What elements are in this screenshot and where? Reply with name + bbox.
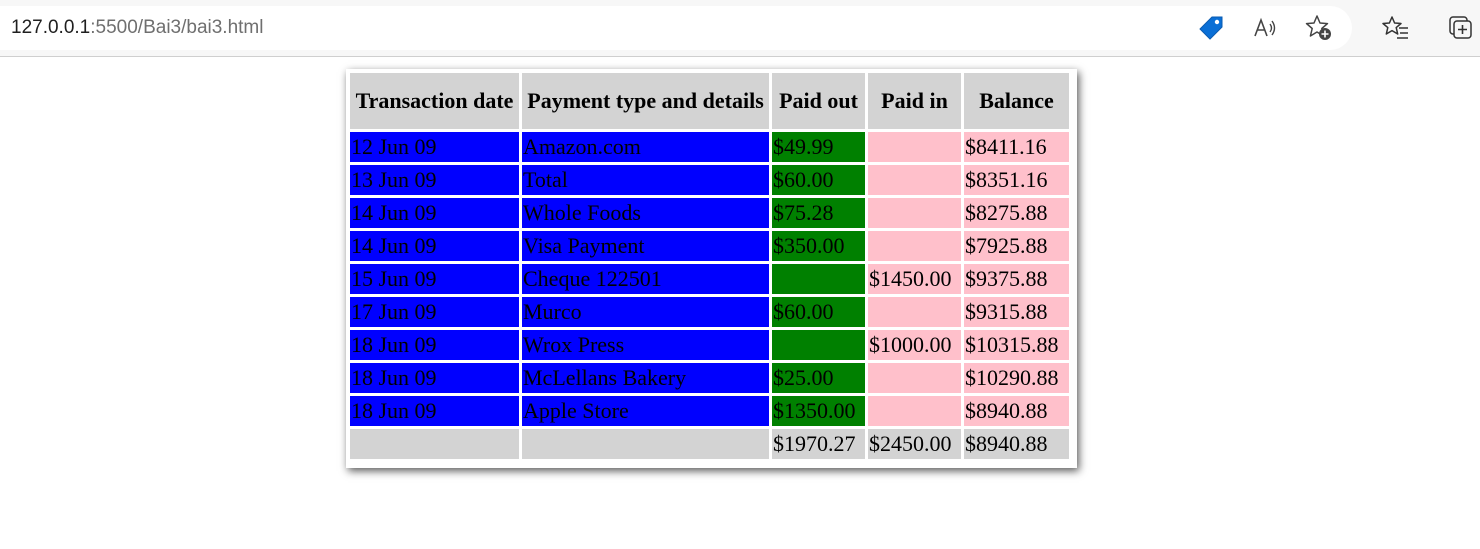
cell-paid-in: $1450.00 [868,264,961,294]
header-paid-out: Paid out [772,73,865,129]
add-favorite-icon[interactable] [1304,13,1334,43]
cell-details: Visa Payment [522,231,769,261]
table-row: 18 Jun 09 Wrox Press $1000.00 $10315.88 [350,330,1069,360]
cell-date: 18 Jun 09 [350,363,519,393]
header-paid-in: Paid in [868,73,961,129]
table-row: 15 Jun 09 Cheque 122501 $1450.00 $9375.8… [350,264,1069,294]
cell-paid-out: $60.00 [772,297,865,327]
cell-balance: $8411.16 [964,132,1069,162]
cell-paid-in [868,231,961,261]
favorites-icon[interactable] [1381,13,1411,43]
cell-balance: $10290.88 [964,363,1069,393]
cell-details: Cheque 122501 [522,264,769,294]
cell-paid-in [868,132,961,162]
url-path: :5500/Bai3/bai3.html [90,17,264,38]
cell-balance: $9375.88 [964,264,1069,294]
cell-date: 18 Jun 09 [350,330,519,360]
cell-paid-out [772,330,865,360]
cell-balance: $10315.88 [964,330,1069,360]
cell-paid-in [868,198,961,228]
cell-paid-in: $1000.00 [868,330,961,360]
cell-paid-in [868,165,961,195]
cell-details: Murco [522,297,769,327]
url-text[interactable]: 127.0.0.1:5500/Bai3/bai3.html [11,6,263,50]
total-paid-in: $2450.00 [868,429,961,459]
collections-icon[interactable] [1446,13,1476,43]
cell-details: McLellans Bakery [522,363,769,393]
table-row: 14 Jun 09 Whole Foods $75.28 $8275.88 [350,198,1069,228]
cell-paid-out: $49.99 [772,132,865,162]
cell-date: 15 Jun 09 [350,264,519,294]
table-header-row: Transaction date Payment type and detail… [350,73,1069,129]
table-row: 17 Jun 09 Murco $60.00 $9315.88 [350,297,1069,327]
url-host: 127.0.0.1 [11,17,91,38]
total-cell-details [522,429,769,459]
cell-paid-out: $60.00 [772,165,865,195]
cell-details: Wrox Press [522,330,769,360]
table-row: 18 Jun 09 McLellans Bakery $25.00 $10290… [350,363,1069,393]
table-row: 13 Jun 09 Total $60.00 $8351.16 [350,165,1069,195]
cell-paid-out: $350.00 [772,231,865,261]
table-row: 12 Jun 09 Amazon.com $49.99 $8411.16 [350,132,1069,162]
cell-balance: $9315.88 [964,297,1069,327]
cell-balance: $7925.88 [964,231,1069,261]
cell-paid-out: $1350.00 [772,396,865,426]
cell-paid-in [868,297,961,327]
cell-details: Total [522,165,769,195]
header-transaction-date: Transaction date [350,73,519,129]
header-payment-type: Payment type and details [522,73,769,129]
transactions-table: Transaction date Payment type and detail… [347,70,1072,462]
browser-toolbar: 127.0.0.1:5500/Bai3/bai3.html [0,0,1480,57]
cell-balance: $8940.88 [964,396,1069,426]
transactions-table-container: Transaction date Payment type and detail… [346,69,1077,468]
cell-details: Amazon.com [522,132,769,162]
cell-paid-out: $25.00 [772,363,865,393]
total-balance: $8940.88 [964,429,1069,459]
address-bar[interactable]: 127.0.0.1:5500/Bai3/bai3.html [0,6,1352,50]
table-row: 14 Jun 09 Visa Payment $350.00 $7925.88 [350,231,1069,261]
totals-row: $1970.27 $2450.00 $8940.88 [350,429,1069,459]
cell-balance: $8351.16 [964,165,1069,195]
cell-paid-in [868,396,961,426]
total-paid-out: $1970.27 [772,429,865,459]
total-cell-date [350,429,519,459]
cell-date: 13 Jun 09 [350,165,519,195]
header-balance: Balance [964,73,1069,129]
cell-date: 14 Jun 09 [350,198,519,228]
cell-paid-out [772,264,865,294]
price-tag-icon[interactable] [1196,13,1226,43]
read-aloud-icon[interactable] [1250,13,1280,43]
cell-balance: $8275.88 [964,198,1069,228]
cell-details: Whole Foods [522,198,769,228]
cell-details: Apple Store [522,396,769,426]
cell-paid-in [868,363,961,393]
cell-date: 18 Jun 09 [350,396,519,426]
cell-date: 14 Jun 09 [350,231,519,261]
table-row: 18 Jun 09 Apple Store $1350.00 $8940.88 [350,396,1069,426]
cell-date: 17 Jun 09 [350,297,519,327]
cell-paid-out: $75.28 [772,198,865,228]
cell-date: 12 Jun 09 [350,132,519,162]
